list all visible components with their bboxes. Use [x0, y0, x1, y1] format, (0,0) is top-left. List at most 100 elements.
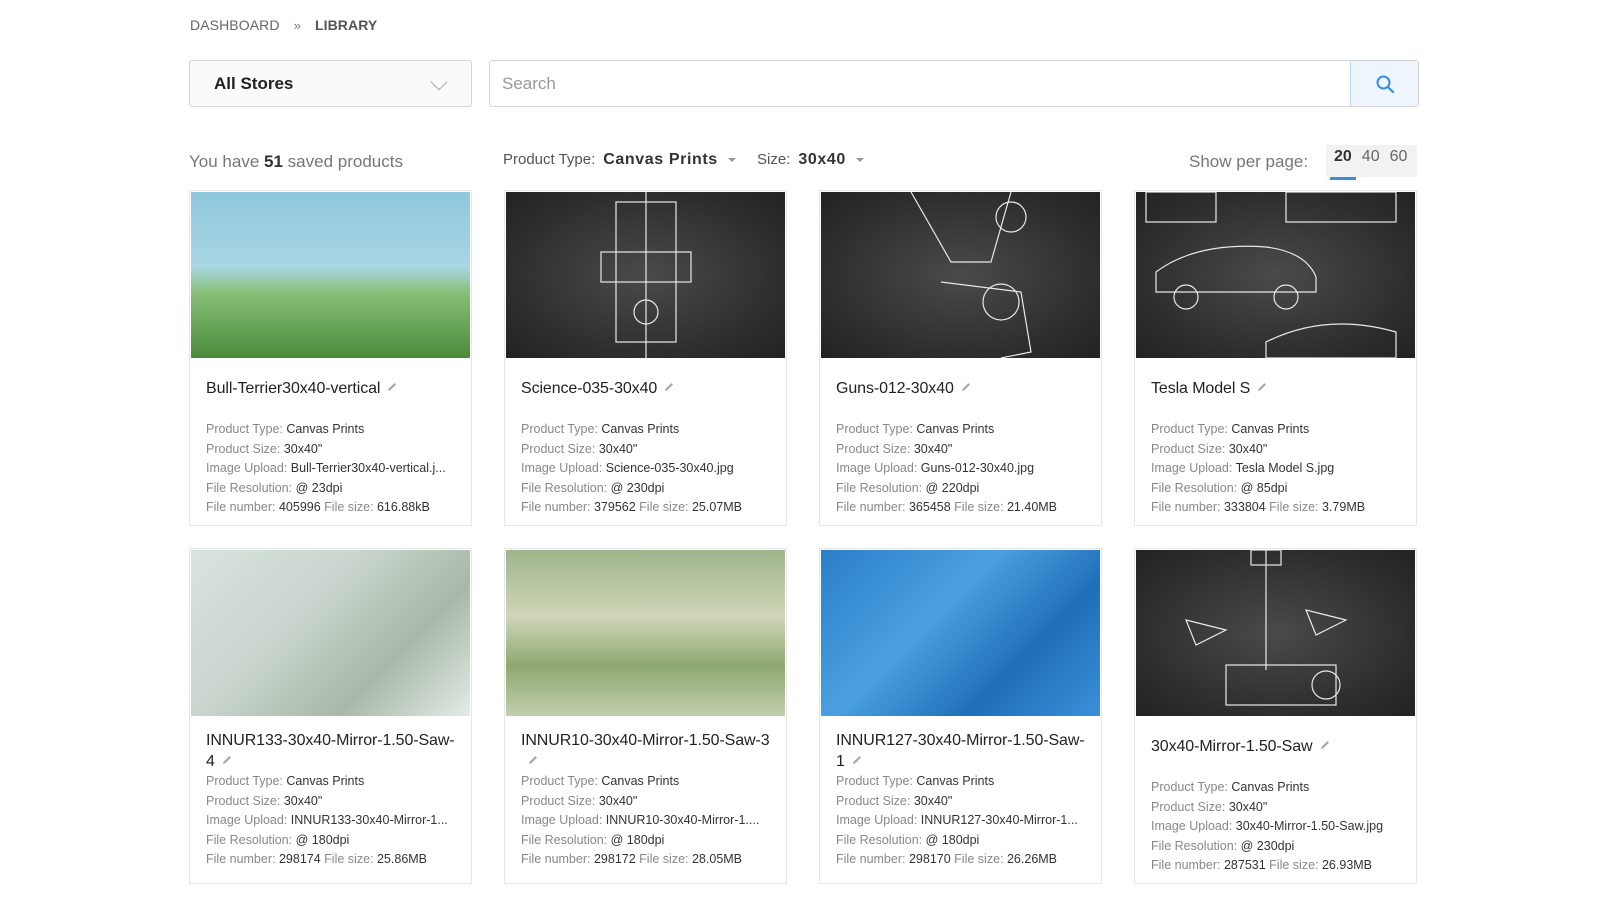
- pencil-icon[interactable]: [386, 378, 398, 399]
- search-icon: [1376, 75, 1394, 93]
- product-title: Bull-Terrier30x40-vertical: [206, 378, 455, 420]
- search-bar: [489, 60, 1419, 107]
- meta-file-number: File number: 333804 File size: 3.79MB: [1151, 500, 1366, 514]
- meta-product-size: Product Size: 30x40": [521, 441, 638, 456]
- product-title-text: Bull-Terrier30x40-vertical: [206, 380, 381, 397]
- product-title-text: Tesla Model S: [1151, 380, 1251, 397]
- count-value: 51: [264, 152, 283, 171]
- product-card[interactable]: Science-035-30x40 Product Type: Canvas P…: [504, 190, 787, 526]
- product-thumbnail[interactable]: [1136, 192, 1415, 358]
- product-card[interactable]: INNUR10-30x40-Mirror-1.50-Saw-3 Product …: [504, 548, 787, 884]
- meta-file-resolution: File Resolution: @ 220dpi: [836, 480, 980, 495]
- product-title: Guns-012-30x40: [836, 378, 1085, 420]
- pencil-icon[interactable]: [851, 751, 863, 772]
- patent-drawing-art: [910, 192, 1032, 358]
- pencil-icon[interactable]: [1256, 378, 1268, 399]
- product-thumbnail[interactable]: [506, 192, 785, 358]
- product-title: INNUR10-30x40-Mirror-1.50-Saw-3: [521, 730, 770, 772]
- meta-product-size: Product Size: 30x40": [1151, 799, 1268, 814]
- breadcrumb-dashboard[interactable]: DASHBOARD: [190, 17, 280, 33]
- card-body: INNUR127-30x40-Mirror-1.50-Saw-1 Product…: [820, 716, 1101, 870]
- meta-product-size: Product Size: 30x40": [206, 441, 323, 456]
- product-title: INNUR127-30x40-Mirror-1.50-Saw-1: [836, 730, 1085, 772]
- meta-image-upload: Image Upload: Guns-012-30x40.jpg: [836, 461, 1035, 475]
- product-thumbnail[interactable]: [821, 550, 1100, 716]
- product-title-text: INNUR10-30x40-Mirror-1.50-Saw-3: [521, 732, 770, 749]
- meta-product-size: Product Size: 30x40": [1151, 441, 1268, 456]
- meta-file-number: File number: 379562 File size: 25.07MB: [521, 500, 743, 514]
- meta-product-type: Product Type: Canvas Prints: [206, 422, 365, 436]
- product-card[interactable]: Tesla Model S Product Type: Canvas Print…: [1134, 190, 1417, 526]
- pencil-icon[interactable]: [527, 751, 539, 772]
- product-card[interactable]: Bull-Terrier30x40-vertical Product Type:…: [189, 190, 472, 526]
- size-label: Size:: [757, 151, 791, 168]
- meta-product-type: Product Type: Canvas Prints: [1151, 422, 1310, 436]
- meta-file-number: File number: 365458 File size: 21.40MB: [836, 500, 1058, 514]
- product-card[interactable]: INNUR133-30x40-Mirror-1.50-Saw-4 Product…: [189, 548, 472, 884]
- per-page-option-40[interactable]: 40: [1358, 145, 1384, 177]
- product-meta: Product Type: Canvas Prints Product Size…: [1151, 778, 1400, 876]
- pencil-icon[interactable]: [221, 751, 233, 772]
- store-select[interactable]: All Stores: [189, 60, 472, 107]
- meta-file-resolution: File Resolution: @ 23dpi: [206, 480, 343, 495]
- product-title: Tesla Model S: [1151, 378, 1400, 420]
- product-title: Science-035-30x40: [521, 378, 770, 420]
- per-page-option-20[interactable]: 20: [1330, 145, 1356, 180]
- product-meta: Product Type: Canvas Prints Product Size…: [1151, 420, 1400, 518]
- card-body: Tesla Model S Product Type: Canvas Print…: [1135, 358, 1416, 518]
- meta-product-size: Product Size: 30x40": [836, 441, 953, 456]
- card-body: Science-035-30x40 Product Type: Canvas P…: [505, 358, 786, 518]
- size-filter[interactable]: Size: 30x40: [757, 151, 864, 169]
- product-thumbnail[interactable]: [821, 192, 1100, 358]
- meta-product-type: Product Type: Canvas Prints: [836, 422, 995, 436]
- product-thumbnail[interactable]: [191, 550, 470, 716]
- product-card[interactable]: Guns-012-30x40 Product Type: Canvas Prin…: [819, 190, 1102, 526]
- saved-products-count: You have 51 saved products: [189, 152, 403, 172]
- product-title-text: 30x40-Mirror-1.50-Saw: [1151, 738, 1313, 755]
- meta-file-resolution: File Resolution: @ 230dpi: [521, 480, 665, 495]
- meta-file-resolution: File Resolution: @ 180dpi: [206, 832, 350, 847]
- meta-image-upload: Image Upload: 30x40-Mirror-1.50-Saw.jpg: [1151, 819, 1384, 833]
- pencil-icon[interactable]: [960, 378, 972, 399]
- per-page-label: Show per page:: [1189, 152, 1309, 171]
- meta-file-resolution: File Resolution: @ 85dpi: [1151, 480, 1288, 495]
- product-thumbnail[interactable]: [506, 550, 785, 716]
- meta-file-resolution: File Resolution: @ 180dpi: [521, 832, 665, 847]
- meta-file-resolution: File Resolution: @ 180dpi: [836, 832, 980, 847]
- breadcrumb-separator: »: [293, 17, 301, 33]
- card-body: Guns-012-30x40 Product Type: Canvas Prin…: [820, 358, 1101, 518]
- product-thumbnail[interactable]: [191, 192, 470, 358]
- meta-image-upload: Image Upload: Tesla Model S.jpg: [1151, 461, 1335, 475]
- search-input[interactable]: [490, 61, 1350, 106]
- product-card[interactable]: 30x40-Mirror-1.50-Saw Product Type: Canv…: [1134, 548, 1417, 884]
- card-body: Bull-Terrier30x40-vertical Product Type:…: [190, 358, 471, 518]
- pencil-icon[interactable]: [1319, 736, 1331, 757]
- product-meta: Product Type: Canvas Prints Product Size…: [521, 772, 770, 870]
- per-page-selector: 20 40 60: [1326, 145, 1418, 180]
- pencil-icon[interactable]: [663, 378, 675, 399]
- patent-drawing-art: [1185, 550, 1348, 706]
- product-type-filter[interactable]: Product Type: Canvas Prints: [503, 151, 736, 169]
- meta-file-resolution: File Resolution: @ 230dpi: [1151, 838, 1295, 853]
- card-body: INNUR133-30x40-Mirror-1.50-Saw-4 Product…: [190, 716, 471, 870]
- patent-drawing-art: [1145, 192, 1397, 358]
- breadcrumb-library: LIBRARY: [314, 17, 378, 33]
- meta-product-size: Product Size: 30x40": [206, 793, 323, 808]
- product-title-text: INNUR127-30x40-Mirror-1.50-Saw-1: [836, 732, 1085, 770]
- meta-product-type: Product Type: Canvas Prints: [521, 774, 680, 789]
- product-type-label: Product Type:: [503, 151, 596, 168]
- size-value: 30x40: [798, 151, 846, 168]
- product-type-value: Canvas Prints: [603, 151, 718, 168]
- product-meta: Product Type: Canvas Prints Product Size…: [836, 420, 1085, 518]
- toolbar: You have 51 saved products Product Type:…: [0, 145, 1600, 180]
- meta-product-type: Product Type: Canvas Prints: [1151, 780, 1310, 794]
- meta-image-upload: Image Upload: Science-035-30x40.jpg: [521, 461, 734, 475]
- caret-down-icon: [727, 158, 736, 162]
- meta-product-type: Product Type: Canvas Prints: [521, 422, 680, 436]
- per-page-option-60[interactable]: 60: [1386, 145, 1412, 177]
- search-button[interactable]: [1350, 61, 1418, 106]
- product-thumbnail[interactable]: [1136, 550, 1415, 716]
- meta-file-number: File number: 287531 File size: 26.93MB: [1151, 858, 1373, 872]
- product-meta: Product Type: Canvas Prints Product Size…: [521, 420, 770, 518]
- product-card[interactable]: INNUR127-30x40-Mirror-1.50-Saw-1 Product…: [819, 548, 1102, 884]
